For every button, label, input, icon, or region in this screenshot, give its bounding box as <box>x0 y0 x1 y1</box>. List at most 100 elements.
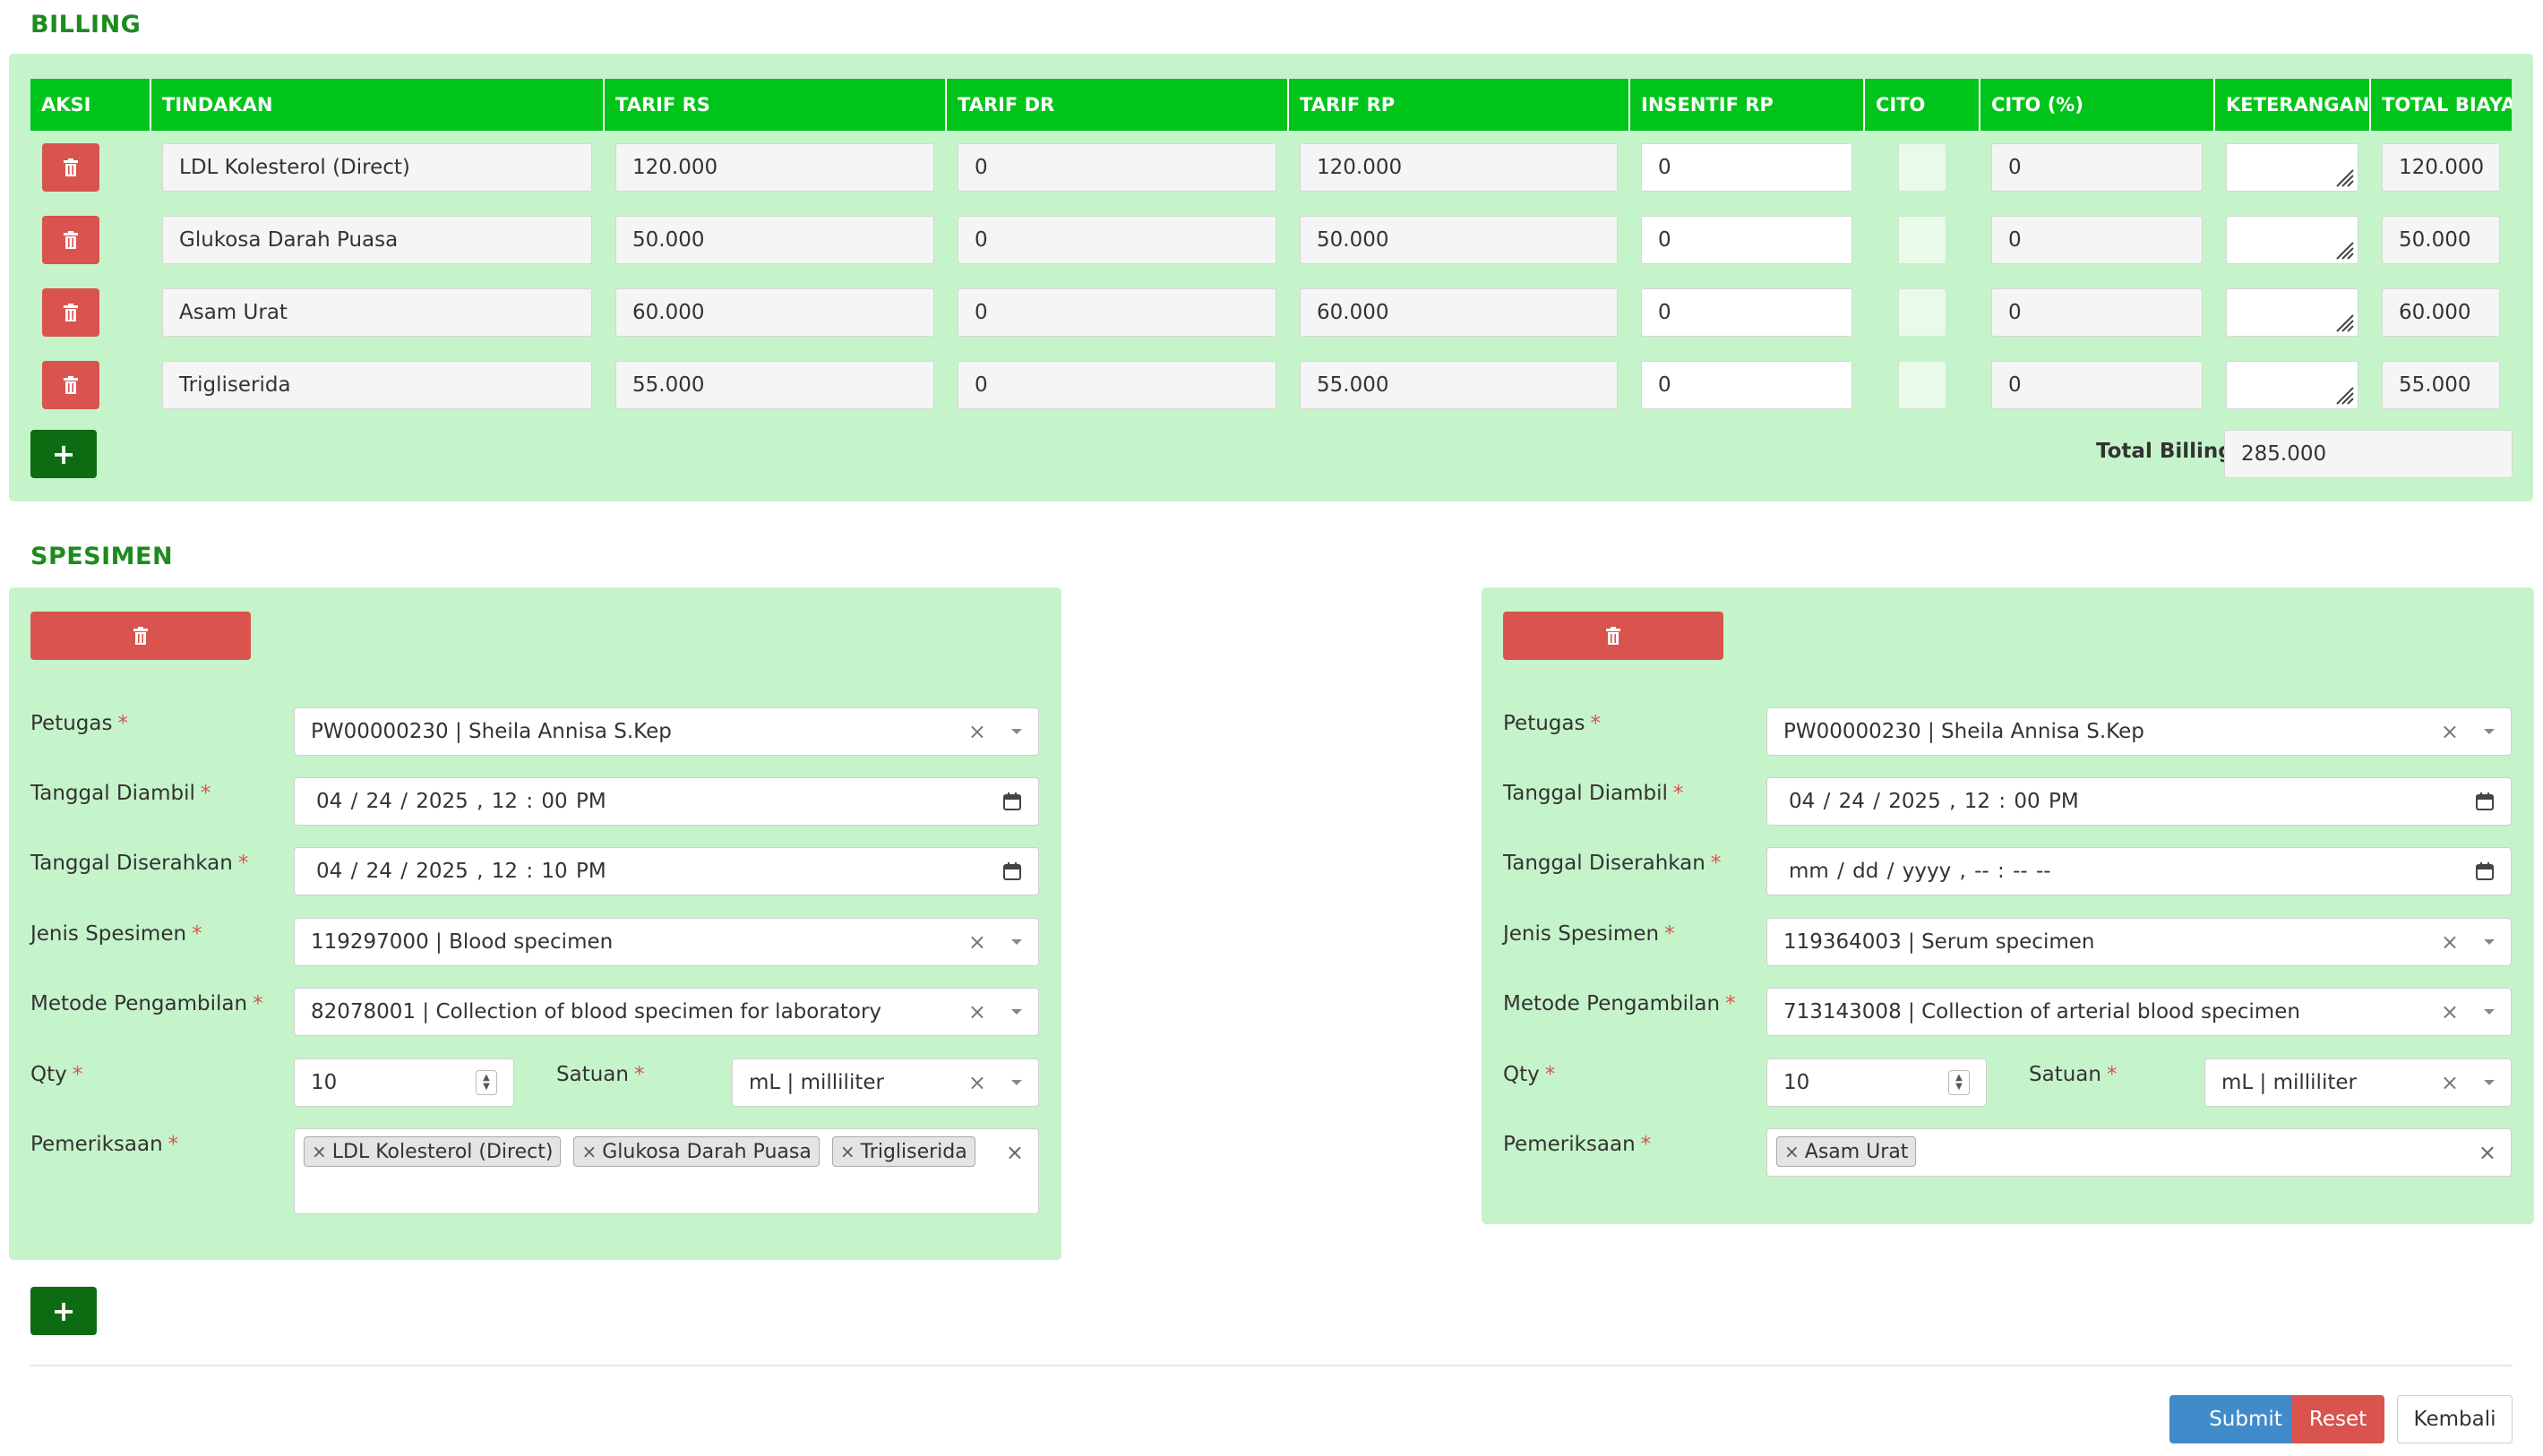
total-biaya-field[interactable]: 50.000 <box>2382 215 2500 264</box>
cito-checkbox[interactable] <box>1897 360 1946 409</box>
keterangan-textarea[interactable] <box>2226 215 2358 264</box>
col-cito: CITO <box>1864 79 1980 131</box>
jenis-spesimen-select[interactable]: 119297000 | Blood specimen × <box>294 918 1039 966</box>
chevron-down-icon[interactable] <box>1011 1009 1022 1015</box>
jenis-spesimen-select[interactable]: 119364003 | Serum specimen × <box>1766 918 2512 966</box>
reset-button[interactable]: Reset <box>2291 1395 2384 1443</box>
clear-icon[interactable]: × <box>968 719 986 744</box>
remove-tag-icon[interactable]: × <box>840 1141 855 1162</box>
add-spesimen-button[interactable]: + <box>30 1287 97 1335</box>
cito-pct-field[interactable]: 0 <box>1991 215 2203 264</box>
insentif-rp-input[interactable]: 0 <box>1641 360 1852 409</box>
clear-icon[interactable]: × <box>2441 1070 2459 1095</box>
remove-tag-icon[interactable]: × <box>1784 1141 1800 1162</box>
tarif-rs-field[interactable]: 50.000 <box>615 215 934 264</box>
total-biaya-field[interactable]: 60.000 <box>2382 287 2500 337</box>
resize-handle-icon[interactable] <box>2334 313 2354 332</box>
required-mark: * <box>1640 1133 1652 1156</box>
clear-icon[interactable]: × <box>2479 1140 2496 1165</box>
tarif-rp-field[interactable]: 55.000 <box>1300 360 1618 409</box>
cito-pct-field[interactable]: 0 <box>1991 142 2203 192</box>
cito-pct-field[interactable]: 0 <box>1991 360 2203 409</box>
cito-checkbox[interactable] <box>1897 142 1946 192</box>
insentif-rp-input[interactable]: 0 <box>1641 287 1852 337</box>
qty-input[interactable]: 10 ▲ ▼ <box>1766 1058 1987 1107</box>
col-tindakan: TINDAKAN <box>150 79 605 131</box>
clear-icon[interactable]: × <box>1006 1140 1024 1165</box>
remove-tag-icon[interactable]: × <box>581 1141 597 1162</box>
tarif-rp-field[interactable]: 50.000 <box>1300 215 1618 264</box>
satuan-select[interactable]: mL | milliliter × <box>732 1058 1039 1107</box>
insentif-rp-input[interactable]: 0 <box>1641 142 1852 192</box>
kembali-button[interactable]: Kembali <box>2397 1395 2513 1443</box>
number-spinner-icon[interactable]: ▲ ▼ <box>1948 1070 1970 1095</box>
pemeriksaan-label: Pemeriksaan * <box>1503 1133 1652 1156</box>
chevron-down-icon[interactable] <box>2484 1009 2495 1015</box>
chevron-down-icon[interactable] <box>2484 939 2495 945</box>
clear-icon[interactable]: × <box>968 1070 986 1095</box>
tanggal-diambil-input[interactable]: 04 / 24 / 2025 , 12 : 00 PM <box>1766 777 2512 826</box>
delete-spesimen-button[interactable] <box>30 612 251 660</box>
tindakan-field[interactable]: Trigliserida <box>162 360 592 409</box>
calendar-icon[interactable] <box>1002 861 1022 881</box>
chevron-down-icon[interactable] <box>2484 729 2495 734</box>
keterangan-textarea[interactable] <box>2226 360 2358 409</box>
add-billing-row-button[interactable]: + <box>30 430 97 478</box>
delete-spesimen-button[interactable] <box>1503 612 1723 660</box>
chevron-down-icon[interactable] <box>2484 1080 2495 1085</box>
total-biaya-field[interactable]: 55.000 <box>2382 360 2500 409</box>
number-spinner-icon[interactable]: ▲ ▼ <box>476 1070 497 1095</box>
tanggal-diambil-input[interactable]: 04 / 24 / 2025 , 12 : 00 PM <box>294 777 1039 826</box>
cito-checkbox[interactable] <box>1897 215 1946 264</box>
resize-handle-icon[interactable] <box>2334 167 2354 187</box>
clear-icon[interactable]: × <box>968 999 986 1024</box>
metode-pengambilan-select[interactable]: 713143008 | Collection of arterial blood… <box>1766 988 2512 1036</box>
clear-icon[interactable]: × <box>968 929 986 955</box>
calendar-icon[interactable] <box>2475 792 2495 811</box>
total-biaya-field[interactable]: 120.000 <box>2382 142 2500 192</box>
chevron-down-icon[interactable] <box>1011 729 1022 734</box>
clear-icon[interactable]: × <box>2441 719 2459 744</box>
calendar-icon[interactable] <box>1002 792 1022 811</box>
pemeriksaan-multiselect[interactable]: × LDL Kolesterol (Direct) × Glukosa Darah … <box>294 1128 1039 1214</box>
resize-handle-icon[interactable] <box>2334 385 2354 405</box>
tarif-rp-field[interactable]: 120.000 <box>1300 142 1618 192</box>
petugas-select[interactable]: PW00000230 | Sheila Annisa S.Kep × <box>294 707 1039 756</box>
metode-pengambilan-select[interactable]: 82078001 | Collection of blood specimen … <box>294 988 1039 1036</box>
delete-row-button[interactable] <box>42 287 99 337</box>
clear-icon[interactable]: × <box>2441 999 2459 1024</box>
tanggal-diserahkan-input[interactable]: mm / dd / yyyy , -- : -- -- <box>1766 847 2512 895</box>
tindakan-field[interactable]: Asam Urat <box>162 287 592 337</box>
cito-pct-field[interactable]: 0 <box>1991 287 2203 337</box>
tarif-dr-field[interactable]: 0 <box>958 360 1276 409</box>
tanggal-diserahkan-input[interactable]: 04 / 24 / 2025 , 12 : 10 PM <box>294 847 1039 895</box>
total-billing-field[interactable]: 285.000 <box>2224 430 2513 478</box>
tarif-dr-field[interactable]: 0 <box>958 287 1276 337</box>
tarif-rs-field[interactable]: 60.000 <box>615 287 934 337</box>
cito-checkbox[interactable] <box>1897 287 1946 337</box>
qty-input[interactable]: 10 ▲ ▼ <box>294 1058 514 1107</box>
chevron-down-icon[interactable] <box>1011 939 1022 945</box>
tarif-rs-field[interactable]: 120.000 <box>615 142 934 192</box>
resize-handle-icon[interactable] <box>2334 240 2354 260</box>
insentif-rp-input[interactable]: 0 <box>1641 215 1852 264</box>
tarif-dr-field[interactable]: 0 <box>958 215 1276 264</box>
satuan-select[interactable]: mL | milliliter × <box>2204 1058 2512 1107</box>
chevron-down-icon[interactable] <box>1011 1080 1022 1085</box>
tindakan-field[interactable]: LDL Kolesterol (Direct) <box>162 142 592 192</box>
delete-row-button[interactable] <box>42 142 99 192</box>
required-mark: * <box>237 852 249 875</box>
clear-icon[interactable]: × <box>2441 929 2459 955</box>
delete-row-button[interactable] <box>42 360 99 409</box>
keterangan-textarea[interactable] <box>2226 287 2358 337</box>
delete-row-button[interactable] <box>42 215 99 264</box>
remove-tag-icon[interactable]: × <box>312 1141 327 1162</box>
tarif-dr-field[interactable]: 0 <box>958 142 1276 192</box>
petugas-select[interactable]: PW00000230 | Sheila Annisa S.Kep × <box>1766 707 2512 756</box>
keterangan-textarea[interactable] <box>2226 142 2358 192</box>
calendar-icon[interactable] <box>2475 861 2495 881</box>
tarif-rp-field[interactable]: 60.000 <box>1300 287 1618 337</box>
tarif-rs-field[interactable]: 55.000 <box>615 360 934 409</box>
tindakan-field[interactable]: Glukosa Darah Puasa <box>162 215 592 264</box>
pemeriksaan-multiselect[interactable]: × Asam Urat × <box>1766 1128 2512 1177</box>
